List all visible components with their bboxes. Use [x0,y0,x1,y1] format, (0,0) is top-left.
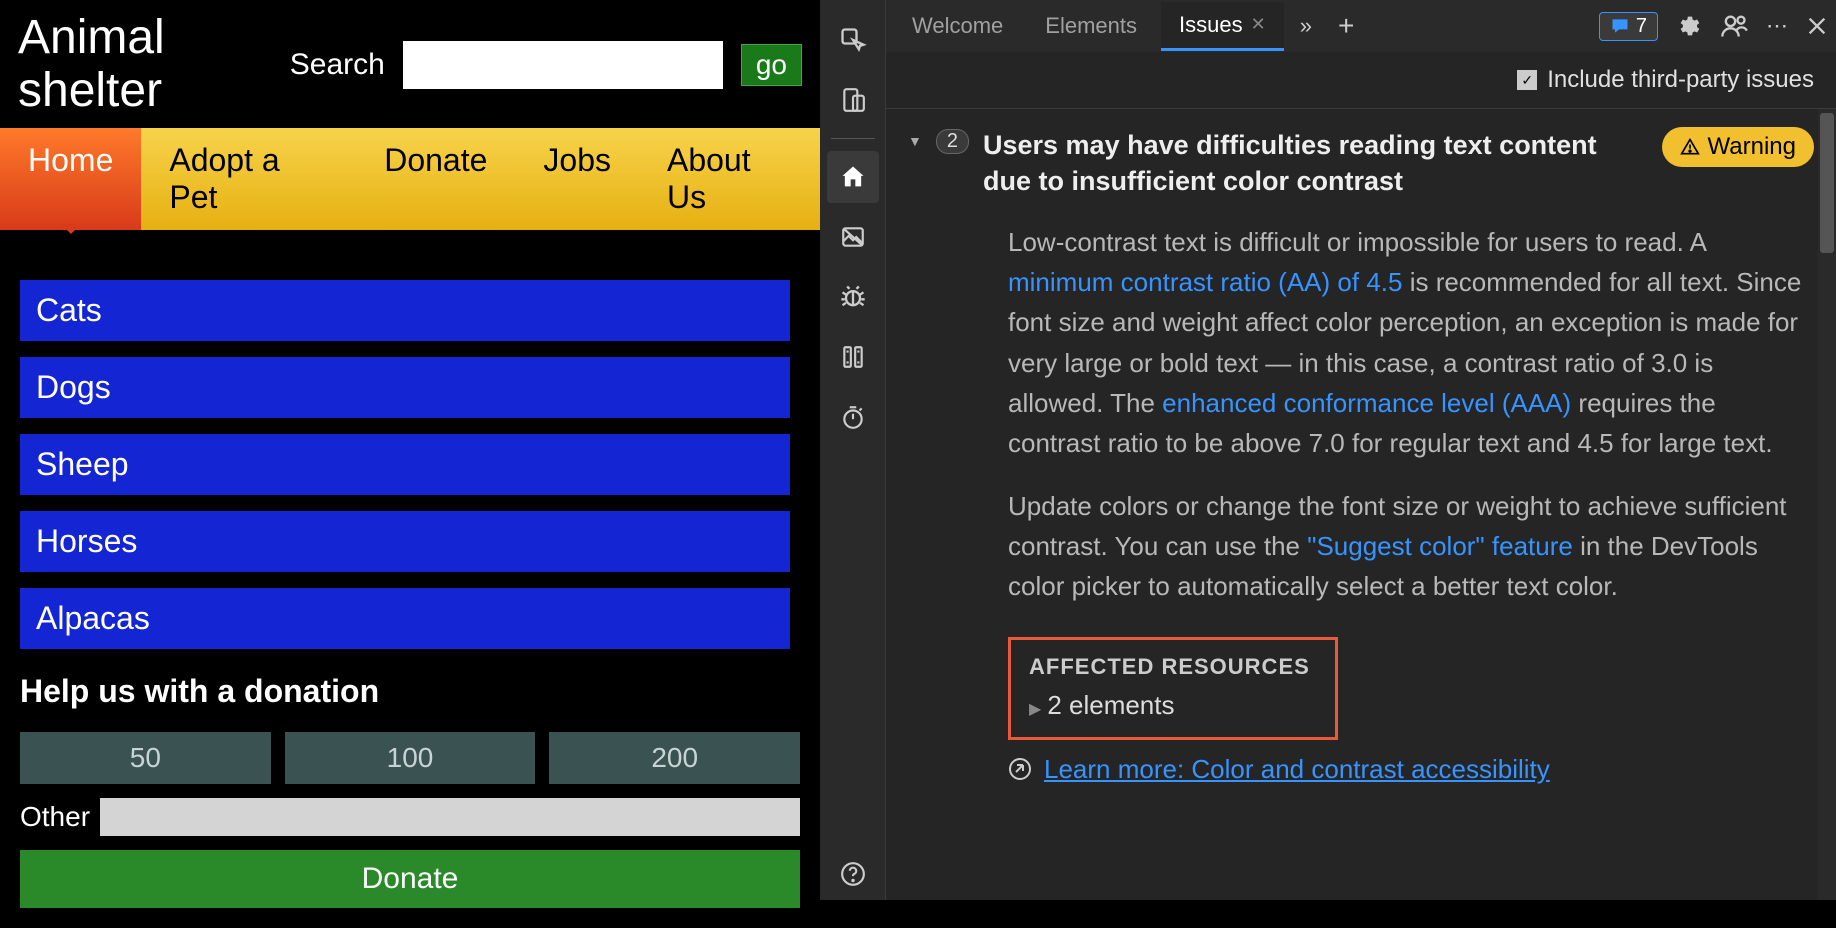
issue-title: Users may have difficulties reading text… [983,127,1632,200]
affected-resources-sub[interactable]: ▶2 elements [1029,690,1313,721]
category-cats[interactable]: Cats [20,280,790,341]
issue-para-1: Low-contrast text is difficult or imposs… [1008,222,1814,464]
warning-badge: Warning [1662,127,1814,167]
link-suggest-color[interactable]: "Suggest color" feature [1307,531,1573,561]
donation-amount-200[interactable]: 200 [549,732,800,784]
mini-expand-icon[interactable]: ▶ [1029,701,1041,718]
feedback-badge[interactable]: 7 [1599,12,1658,41]
devtools-tabbar: Welcome Elements Issues ✕ » + 7 ⋯ [886,0,1836,52]
more-icon[interactable]: ⋯ [1766,13,1788,39]
issues-toolbar: ✓ Include third-party issues [886,52,1836,109]
close-tab-icon[interactable]: ✕ [1251,14,1266,35]
issue-para-2: Update colors or change the font size or… [1008,486,1814,607]
tab-elements[interactable]: Elements [1027,3,1155,49]
more-tabs-icon[interactable]: » [1290,13,1322,39]
issues-body: ▼ 2 Users may have difficulties reading … [886,109,1836,900]
search-row: Search go [290,41,802,89]
donation-other-input[interactable] [100,798,800,836]
stopwatch-icon[interactable] [827,391,879,443]
devtools-rail [820,0,886,900]
scrollbar[interactable] [1818,109,1836,900]
add-tab-icon[interactable]: + [1328,10,1364,42]
home-icon[interactable] [827,151,879,203]
category-dogs[interactable]: Dogs [20,357,790,418]
external-link-icon [1008,757,1032,781]
network-icon[interactable] [827,331,879,383]
donation-amount-100[interactable]: 100 [285,732,536,784]
nav-jobs[interactable]: Jobs [515,128,639,230]
rail-separator [831,138,875,139]
donation-amount-row: 50 100 200 [20,732,800,784]
donation-amount-50[interactable]: 50 [20,732,271,784]
donation-other-row: Other [20,798,800,836]
donation-heading: Help us with a donation [20,673,800,710]
issue-header: ▼ 2 Users may have difficulties reading … [908,127,1814,200]
tab-issues[interactable]: Issues ✕ [1161,2,1284,51]
affected-resources-heading: AFFECTED RESOURCES [1029,654,1313,680]
link-aaa-contrast[interactable]: enhanced conformance level (AAA) [1162,388,1571,418]
donate-button[interactable]: Donate [20,850,800,908]
app-title: Animal shelter [18,12,290,118]
device-icon[interactable] [827,74,879,126]
nav-adopt[interactable]: Adopt a Pet [141,128,356,230]
learn-more-row: Learn more: Color and contrast accessibi… [1008,754,1814,785]
expand-icon[interactable]: ▼ [908,133,922,149]
search-input[interactable] [403,41,723,89]
devtools-tabbar-right: 7 ⋯ [1599,12,1828,41]
settings-icon[interactable] [1676,13,1702,39]
inspect-icon[interactable] [827,14,879,66]
donation-other-label: Other [20,801,90,833]
feedback-count: 7 [1636,15,1647,38]
account-icon[interactable] [1720,12,1748,40]
warning-badge-text: Warning [1708,133,1796,161]
close-devtools-icon[interactable] [1806,15,1828,37]
devtools-panel: Welcome Elements Issues ✕ » + 7 ⋯ ✓ [886,0,1836,900]
nav-donate[interactable]: Donate [356,128,515,230]
link-aa-contrast[interactable]: minimum contrast ratio (AA) of 4.5 [1008,267,1402,297]
tab-welcome[interactable]: Welcome [894,3,1021,49]
content: Cats Dogs Sheep Horses Alpacas Help us w… [0,230,820,928]
app-panel: Animal shelter Search go Home Adopt a Pe… [0,0,820,900]
nav-about[interactable]: About Us [639,128,820,230]
category-sheep[interactable]: Sheep [20,434,790,495]
tab-issues-label: Issues [1179,12,1243,38]
search-go-button[interactable]: go [741,44,802,86]
issue-count-pill: 2 [936,129,969,154]
nav-home[interactable]: Home [0,128,141,230]
category-alpacas[interactable]: Alpacas [20,588,790,649]
third-party-label: Include third-party issues [1547,66,1814,94]
scrollbar-thumb[interactable] [1820,113,1834,253]
bug-icon[interactable] [827,271,879,323]
category-horses[interactable]: Horses [20,511,790,572]
image-icon[interactable] [827,211,879,263]
app-header: Animal shelter Search go [0,0,820,128]
help-icon[interactable] [827,848,879,900]
affected-resources-box: AFFECTED RESOURCES ▶2 elements [1008,637,1338,740]
learn-more-link[interactable]: Learn more: Color and contrast accessibi… [1044,754,1550,785]
navbar: Home Adopt a Pet Donate Jobs About Us [0,128,820,230]
search-label: Search [290,48,385,82]
third-party-checkbox[interactable]: ✓ [1517,70,1537,90]
